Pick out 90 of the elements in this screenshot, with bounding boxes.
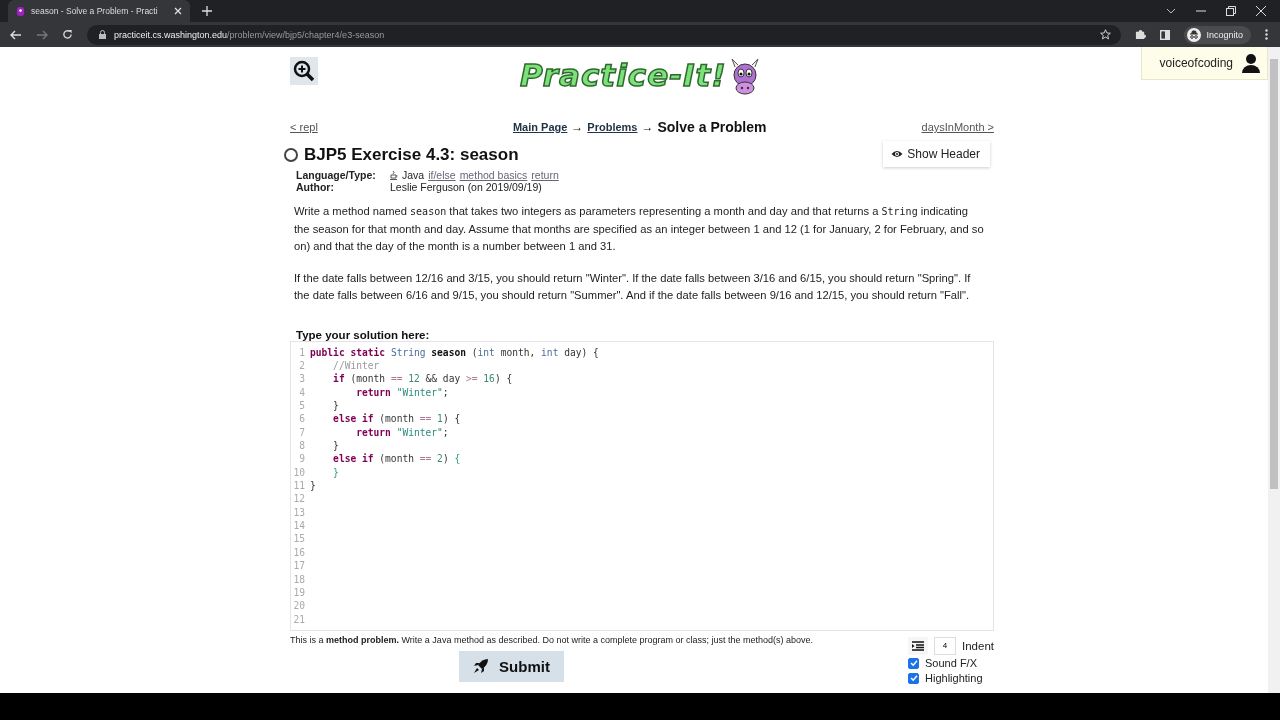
line-number: 18 [292,573,306,585]
checkbox-label: Highlighting [925,672,983,685]
scrollbar[interactable] [1268,47,1280,693]
line-number: 19 [292,586,306,598]
rocket-icon [473,658,490,675]
code-line: public static String season (int month, int day) { [310,346,599,358]
code-line: return "Winter"; [355,426,449,438]
show-header-button[interactable]: Show Header [883,141,990,167]
line-number: 10 [292,466,306,478]
code-line: } [332,466,339,478]
checkbox[interactable] [908,657,919,669]
forward-arrow-icon[interactable] [36,29,48,40]
line-number: 4 [298,386,306,398]
indent-lines-icon [912,640,924,651]
restore-icon[interactable] [1226,6,1236,16]
close-icon[interactable] [174,7,182,15]
cow-favicon-icon [16,5,25,17]
category-link[interactable]: method basics [459,169,528,181]
indent-button[interactable] [908,636,928,655]
checkbox[interactable] [908,672,919,684]
line-number: 9 [298,453,306,465]
more-vertical-icon[interactable] [1265,29,1268,40]
code-line: return "Winter"; [355,386,449,398]
indent-label: Indent [962,639,994,652]
line-number: 11 [292,480,306,492]
meta-label: Author: [296,181,335,193]
browser-tab[interactable]: season - Solve a Problem - Practi [8,0,190,22]
line-number: 21 [292,613,306,625]
problem-description: If the date falls between 12/16 and 3/15, you should return "Winter". If the date falls between 3/16 and 6/15, you should return "Spring". If the date falls between 6/16 and 9/15, you should return "Summer". And if the date falls between 9/16 and 12/15, you should return "Fall". [293,270,972,303]
breadcrumb-link[interactable]: Problems [587,121,638,133]
new-tab-icon[interactable] [202,6,212,16]
line-number: 12 [292,493,306,505]
code-line: else if (month == 2) { [332,453,461,465]
language-text: Java [402,169,425,181]
line-number: 2 [298,360,306,371]
next-problem-link[interactable]: daysInMonth > [921,121,994,133]
checkbox-label: Sound F/X [925,657,977,670]
username: voiceofcoding [1159,56,1233,70]
line-number: 5 [298,400,306,412]
puzzle-piece-icon[interactable] [1135,29,1147,40]
address-bar[interactable]: practiceit.cs.washington.edu/problem/view/bjp5/chapter4/e3-season [87,24,1122,45]
breadcrumb-current: Solve a Problem [657,119,767,135]
breadcrumb-link[interactable]: Main Page [512,121,568,133]
coffee-cup-icon [390,170,398,180]
reload-icon[interactable] [62,29,73,40]
code-line: if (month == 12 && day >= 16) { [332,373,513,385]
back-arrow-icon[interactable] [10,29,22,40]
breadcrumb-arrow: → [641,120,654,134]
line-number: 6 [298,413,306,425]
code-line: } [332,400,339,412]
code-line: } [310,480,316,492]
meta-label: Language/Type: [296,169,377,181]
line-number: 16 [292,546,306,558]
zoom-in-button[interactable] [290,57,318,85]
method-problem-note: This is a method problem. Write a Java method as described. Do not write a complete program or class; just the method(s) above. [290,634,814,645]
line-number: 14 [292,520,306,532]
submit-button[interactable]: Submit [459,650,564,682]
eye-icon [891,150,904,158]
cow-mascot-icon [728,57,761,97]
person-icon [1241,53,1261,73]
line-number: 1 [298,346,306,358]
tab-title: season - Solve a Problem - Practi [31,6,159,16]
editor-label: Type your solution here: [296,328,431,341]
problem-title: BJP5 Exercise 4.3: season [304,145,519,165]
line-number: 8 [298,440,306,452]
chevron-down-icon[interactable] [1166,8,1176,14]
user-badge[interactable]: voiceofcoding [1140,47,1268,80]
category-link[interactable]: if/else [428,169,456,181]
line-number: 7 [298,426,306,438]
line-number: 17 [292,560,306,572]
line-number: 20 [292,600,306,612]
indent-size-field[interactable]: 4 [934,636,956,655]
lock-icon [99,30,106,39]
code-line: else if (month == 1) { [332,413,461,425]
line-number: 15 [292,533,306,545]
side-panel-icon[interactable] [1160,29,1171,40]
previous-problem-link[interactable]: < repl [290,121,318,133]
zoom-in-icon [293,60,315,82]
incognito-icon [1187,27,1202,42]
breadcrumb-arrow: → [571,120,584,134]
problem-description: Write a method named season that takes two integers as parameters representing a month and day and that returns a String indicating the season for that month and day. Assume that months are specified as an integer between 1 and 12 (1 for January, 2 for February, and so on) and that the day of the month is a number between 1 and 31. [293,204,985,254]
author-text: Leslie Ferguson (on 2019/09/19) [390,181,542,193]
code-line: } [332,440,339,452]
incognito-profile-button[interactable]: Incognito [1184,25,1251,44]
code-line: //Winter [332,360,380,371]
line-number: 13 [292,506,306,518]
category-link[interactable]: return [531,169,559,181]
star-icon[interactable] [1100,29,1112,40]
close-icon[interactable] [1256,6,1266,16]
line-number: 3 [298,373,306,385]
